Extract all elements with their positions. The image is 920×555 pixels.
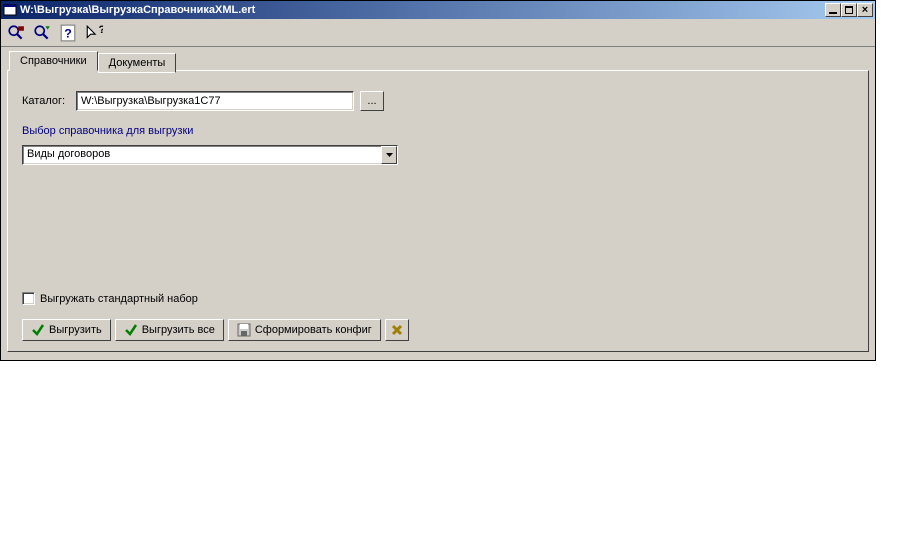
browse-button[interactable]: ... (360, 91, 384, 111)
reference-combo[interactable]: Виды договоров (22, 145, 398, 165)
minimize-button[interactable] (825, 3, 841, 17)
standard-set-label: Выгружать стандартный набор (40, 293, 198, 305)
button-row: Выгрузить Выгрузить все Сформировать кон… (22, 319, 854, 341)
check-icon (124, 323, 138, 337)
maximize-button[interactable] (841, 3, 857, 17)
tab-strip: Справочники Документы (9, 51, 869, 71)
close-button[interactable]: × (857, 3, 873, 17)
cancel-icon (390, 323, 404, 337)
client-area: Справочники Документы Каталог: ... Выбор… (1, 47, 875, 360)
browse-label: ... (367, 95, 376, 107)
export-all-button[interactable]: Выгрузить все (115, 319, 224, 341)
catalog-input[interactable] (76, 91, 354, 111)
toolbar: ? ? (1, 19, 875, 47)
tool-icon-2[interactable] (33, 24, 51, 42)
section-title: Выбор справочника для выгрузки (22, 125, 854, 137)
tab-documents[interactable]: Документы (98, 53, 177, 73)
save-icon (237, 323, 251, 337)
tab-label: Справочники (20, 55, 87, 67)
standard-set-checkbox[interactable] (22, 292, 35, 305)
svg-text:?: ? (64, 26, 72, 40)
tab-label: Документы (109, 57, 166, 69)
export-button[interactable]: Выгрузить (22, 319, 111, 341)
tab-panel: Каталог: ... Выбор справочника для выгру… (7, 70, 869, 352)
button-label: Выгрузить (49, 324, 102, 336)
whats-this-icon[interactable]: ? (85, 24, 103, 42)
app-icon (3, 3, 17, 17)
chevron-down-icon (386, 153, 393, 157)
button-label: Выгрузить все (142, 324, 215, 336)
window-title: W:\Выгрузка\ВыгрузкаСправочникаXML.ert (20, 4, 825, 16)
check-icon (31, 323, 45, 337)
cancel-button[interactable] (385, 319, 409, 341)
tool-icon-1[interactable] (7, 24, 25, 42)
button-label: Сформировать конфиг (255, 324, 372, 336)
make-config-button[interactable]: Сформировать конфиг (228, 319, 381, 341)
combo-dropdown-button[interactable] (381, 146, 397, 164)
catalog-label: Каталог: (22, 95, 76, 107)
tab-references[interactable]: Справочники (9, 51, 98, 71)
svg-text:?: ? (99, 24, 104, 36)
main-window: W:\Выгрузка\ВыгрузкаСправочникаXML.ert ×… (0, 0, 876, 361)
combo-selected: Виды договоров (23, 146, 381, 164)
title-bar: W:\Выгрузка\ВыгрузкаСправочникаXML.ert × (1, 1, 875, 19)
help-icon[interactable]: ? (59, 24, 77, 42)
